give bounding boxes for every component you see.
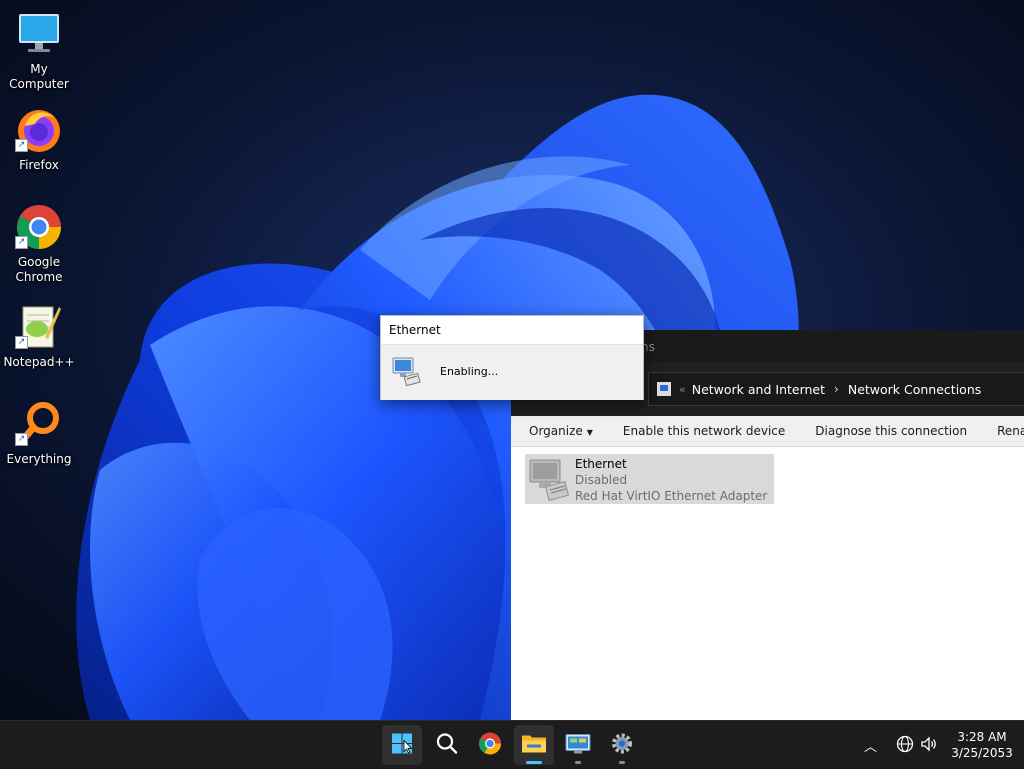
desktop-icon-my-computer[interactable]: My Computer xyxy=(0,10,78,92)
search-button[interactable] xyxy=(427,725,467,765)
start-button[interactable] xyxy=(382,725,422,765)
show-hidden-icons-chevron-icon[interactable]: ︿ xyxy=(864,736,877,755)
adapter-device: Red Hat VirtIO Ethernet Adapter xyxy=(575,489,768,503)
system-clock[interactable]: 3:28 AM 3/25/2053 xyxy=(944,729,1020,761)
network-adapter-icon xyxy=(391,355,423,387)
chevron-right-icon[interactable]: › xyxy=(834,382,839,396)
control-panel-icon xyxy=(565,733,591,758)
dialog-title: Ethernet xyxy=(389,323,441,337)
firefox-icon: ↗ xyxy=(15,106,63,154)
running-indicator xyxy=(526,761,542,764)
dialog-status-text: Enabling... xyxy=(440,365,499,378)
monitor-icon xyxy=(15,10,63,58)
enabling-progress-dialog[interactable]: Ethernet Enabling... xyxy=(380,315,644,400)
shortcut-arrow-icon: ↗ xyxy=(15,433,28,446)
desktop-icon-label: Google Chrome xyxy=(15,255,63,284)
chrome-icon xyxy=(478,732,502,759)
dialog-body: Enabling... xyxy=(381,344,643,400)
desktop-icon-label: Everything xyxy=(6,452,72,466)
rename-connection-button[interactable]: Rename this c xyxy=(982,424,1024,438)
breadcrumb-network-and-internet[interactable]: Network and Internet xyxy=(692,382,825,397)
enable-network-device-button[interactable]: Enable this network device xyxy=(608,424,800,438)
shortcut-arrow-icon: ↗ xyxy=(15,336,28,349)
notepadpp-icon: ↗ xyxy=(15,303,63,351)
breadcrumb[interactable]: « Network and Internet › Network Connect… xyxy=(648,372,1024,406)
taskbar: ︿ 3:28 AM 3/25/2053 xyxy=(0,720,1024,769)
desktop-icon-label: My Computer xyxy=(9,62,69,91)
connections-list: Ethernet Disabled Red Hat VirtIO Etherne… xyxy=(511,447,1024,720)
desktop-icon-label: Notepad++ xyxy=(3,355,75,369)
desktop-icon-label: Firefox xyxy=(19,158,59,172)
desktop-icon-everything[interactable]: ↗ Everything xyxy=(0,400,78,467)
breadcrumb-overflow-icon[interactable]: « xyxy=(679,383,686,396)
everything-search-icon: ↗ xyxy=(15,400,63,448)
taskbar-settings[interactable] xyxy=(602,725,642,765)
chrome-icon: ↗ xyxy=(15,203,63,251)
windows-start-icon xyxy=(391,733,413,758)
folder-icon xyxy=(521,733,547,758)
running-indicator xyxy=(619,761,625,764)
adapter-name: Ethernet xyxy=(575,457,627,471)
network-adapter-disabled-icon xyxy=(525,454,575,504)
organize-label: Organize xyxy=(529,424,583,438)
desktop-icon-google-chrome[interactable]: ↗ Google Chrome xyxy=(0,203,78,285)
shortcut-arrow-icon: ↗ xyxy=(15,236,28,249)
desktop-icon-notepadpp[interactable]: ↗ Notepad++ xyxy=(0,303,78,370)
network-globe-icon[interactable] xyxy=(896,735,914,756)
network-folder-icon xyxy=(657,382,671,396)
search-icon xyxy=(436,733,458,758)
organize-button[interactable]: Organize ▼ xyxy=(511,424,608,438)
clock-date: 3/25/2053 xyxy=(951,746,1013,760)
volume-icon[interactable] xyxy=(920,735,938,756)
adapter-status: Disabled xyxy=(575,473,628,487)
taskbar-file-explorer[interactable] xyxy=(514,725,554,765)
clock-time: 3:28 AM xyxy=(957,730,1007,744)
breadcrumb-network-connections[interactable]: Network Connections xyxy=(848,382,981,397)
desktop-icon-firefox[interactable]: ↗ Firefox xyxy=(0,106,78,173)
gear-icon xyxy=(611,733,633,758)
caret-down-icon: ▼ xyxy=(586,428,593,437)
command-bar: Organize ▼ Enable this network device Dia… xyxy=(511,416,1024,447)
network-adapter-ethernet[interactable]: Ethernet Disabled Red Hat VirtIO Etherne… xyxy=(525,454,774,504)
taskbar-chrome[interactable] xyxy=(470,725,510,765)
taskbar-control-panel[interactable] xyxy=(558,725,598,765)
running-indicator xyxy=(575,761,581,764)
diagnose-connection-button[interactable]: Diagnose this connection xyxy=(800,424,982,438)
shortcut-arrow-icon: ↗ xyxy=(15,139,28,152)
